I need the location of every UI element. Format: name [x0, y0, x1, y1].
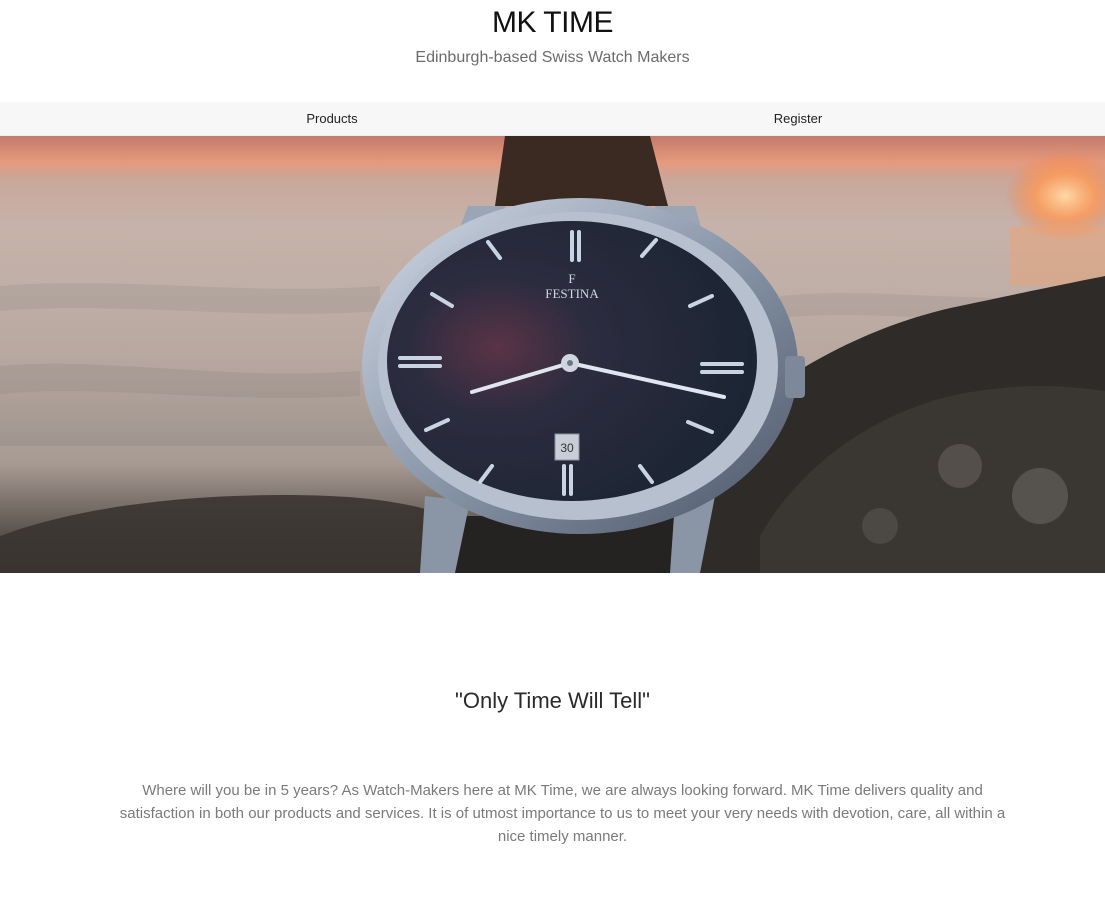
site-tagline: Edinburgh-based Swiss Watch Makers	[415, 49, 690, 66]
site-header: MK TIME Edinburgh-based Swiss Watch Make…	[0, 0, 1105, 102]
hero-image: FESTINA F 30	[0, 136, 1105, 573]
main-nav: Products Register	[0, 102, 1105, 136]
page: MK TIME Edinburgh-based Swiss Watch Make…	[0, 0, 1105, 922]
hero-watch-illustration: FESTINA F 30	[0, 136, 1105, 573]
date-window-text: 30	[560, 441, 574, 455]
intro-paragraph: Where will you be in 5 years? As Watch-M…	[119, 782, 1006, 845]
watch-brand-text: FESTINA	[545, 286, 599, 301]
tagline-quote: "Only Time Will Tell"	[455, 688, 650, 713]
nav-link-register[interactable]: Register	[522, 102, 1074, 135]
svg-text:F: F	[568, 271, 575, 286]
site-title[interactable]: MK TIME	[0, 6, 1105, 40]
